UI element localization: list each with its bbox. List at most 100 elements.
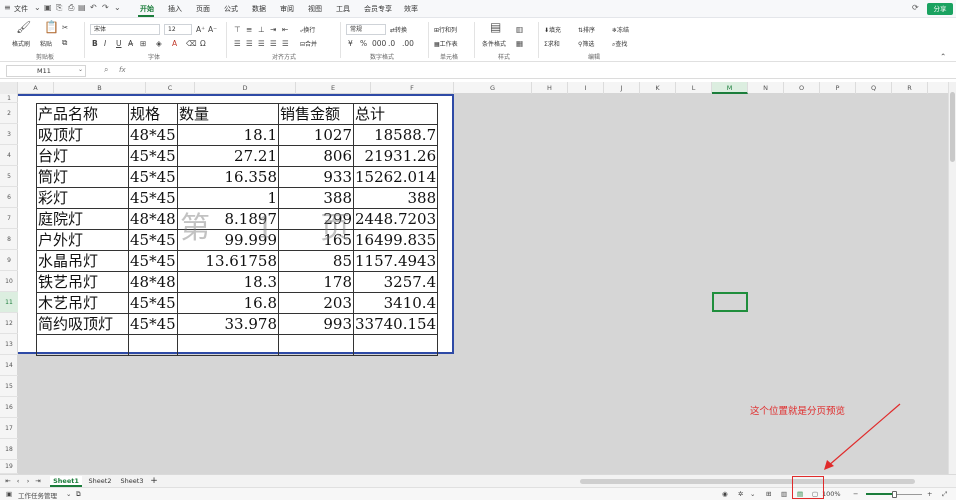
tab-data[interactable]: 数据	[252, 4, 266, 14]
font-size-select[interactable]: 12	[164, 24, 192, 35]
align-center-icon[interactable]: ☰	[246, 39, 253, 48]
cell-sales[interactable]: 806	[278, 145, 354, 167]
cell-spec[interactable]: 48*45	[128, 124, 178, 146]
align-left-icon[interactable]: ☰	[234, 39, 241, 48]
row-header-16[interactable]: 16	[0, 397, 18, 418]
column-header-c[interactable]: C	[146, 82, 195, 94]
row-header-13[interactable]: 13	[0, 334, 18, 355]
cell-product[interactable]: 铁艺吊灯	[36, 271, 129, 293]
row-header-19[interactable]: 19	[0, 460, 18, 474]
header-cell[interactable]: 规格	[128, 103, 178, 125]
export-icon[interactable]: ⎘	[56, 3, 62, 13]
freeze-button[interactable]: ❄冻结	[612, 25, 629, 34]
cell-quantity[interactable]: 18.3	[177, 271, 279, 293]
row-header-8[interactable]: 8	[0, 229, 18, 250]
cell-total[interactable]: 18588.7	[352, 124, 439, 146]
add-sheet-button[interactable]: +	[148, 476, 160, 487]
cell-product[interactable]: 水晶吊灯	[36, 250, 129, 272]
border-icon[interactable]: ⊞	[140, 39, 146, 48]
sheet-tab-1[interactable]: Sheet1	[50, 476, 82, 487]
clear-format-icon[interactable]: ⌫	[186, 39, 197, 48]
tab-home[interactable]: 开始	[140, 4, 154, 14]
row-header-11[interactable]: 11	[0, 292, 18, 313]
rows-cols-button[interactable]: ⊞行和列	[434, 25, 457, 34]
prev-sheet-icon[interactable]: ‹	[14, 476, 22, 487]
zoom-level[interactable]: 100%	[822, 490, 841, 498]
find-button[interactable]: ⌕查找	[612, 39, 627, 49]
font-shrink-icon[interactable]: A⁻	[208, 25, 217, 34]
header-cell[interactable]: 产品名称	[36, 103, 129, 125]
cell-quantity[interactable]: 27.21	[177, 145, 279, 167]
cell-product[interactable]: 简约吸顶灯	[36, 313, 129, 335]
preview-icon[interactable]: ▤	[78, 3, 86, 12]
column-header-d[interactable]: D	[195, 82, 296, 94]
wrap-button[interactable]: ⤶换行	[300, 25, 315, 35]
cell-spec[interactable]: 45*45	[128, 187, 178, 209]
cell-spec[interactable]: 48*48	[128, 271, 178, 293]
column-header-g[interactable]: G	[454, 82, 532, 94]
empty-cell[interactable]	[36, 334, 129, 356]
cell-sales[interactable]: 85	[278, 250, 354, 272]
active-cell-m11[interactable]	[712, 292, 748, 312]
sync-icon[interactable]: ⟳	[912, 3, 919, 12]
align-bottom-icon[interactable]: ⊥	[258, 25, 265, 34]
special-char-icon[interactable]: Ω	[200, 39, 206, 48]
eye-protection-icon[interactable]: ◉	[722, 490, 728, 498]
zoom-out-icon[interactable]: −	[853, 490, 858, 498]
cell-style-icon[interactable]: ▥	[516, 25, 523, 34]
cell-product[interactable]: 吸顶灯	[36, 124, 129, 146]
indent-icon[interactable]: ⇥	[270, 25, 276, 34]
strikethrough-icon[interactable]: A̶	[128, 39, 133, 48]
worksheet-button[interactable]: ▦工作表	[434, 39, 458, 48]
cell-total[interactable]: 1157.4943	[352, 250, 439, 272]
fill-button[interactable]: ⬇填充	[544, 25, 561, 34]
row-header-18[interactable]: 18	[0, 439, 18, 460]
formula-input[interactable]	[132, 65, 948, 77]
format-painter-icon[interactable]: 🖌	[16, 20, 31, 34]
cell-product[interactable]: 筒灯	[36, 166, 129, 188]
cell-spec[interactable]: 45*45	[128, 166, 178, 188]
italic-icon[interactable]: I	[104, 39, 106, 48]
font-color-icon[interactable]: A	[172, 39, 177, 48]
column-header-b[interactable]: B	[54, 82, 146, 94]
column-header-n[interactable]: N	[748, 82, 784, 94]
zoom-in-icon[interactable]: +	[927, 490, 932, 498]
header-cell[interactable]: 销售金额	[278, 103, 354, 125]
sheet-tab-3[interactable]: Sheet3	[116, 476, 148, 487]
conditional-format-icon[interactable]: ▤	[490, 20, 501, 34]
settings-chevron-icon[interactable]: ⌄	[750, 490, 755, 498]
sort-button[interactable]: ⇅排序	[578, 25, 595, 34]
cell-quantity[interactable]: 13.61758	[177, 250, 279, 272]
merge-button[interactable]: ⊟合并	[300, 39, 317, 48]
empty-cell[interactable]	[128, 334, 178, 356]
more-chevron-icon[interactable]: ⌄	[114, 3, 121, 12]
row-header-14[interactable]: 14	[0, 355, 18, 376]
cell-quantity[interactable]: 16.358	[177, 166, 279, 188]
number-format-select[interactable]: 常规	[346, 24, 386, 35]
decrease-decimal-icon[interactable]: .00	[402, 39, 414, 48]
row-header-2[interactable]: 2	[0, 103, 18, 124]
last-sheet-icon[interactable]: ⇥	[34, 476, 42, 487]
percent-icon[interactable]: %	[360, 39, 367, 48]
fullscreen-icon[interactable]: ⤢	[942, 490, 947, 499]
column-header-p[interactable]: P	[820, 82, 856, 94]
empty-cell[interactable]	[177, 334, 279, 356]
page-layout-view-icon[interactable]: ▥	[781, 490, 787, 498]
paste-button[interactable]: 粘贴	[40, 39, 52, 48]
row-header-15[interactable]: 15	[0, 376, 18, 397]
normal-view-icon[interactable]: ⊞	[766, 490, 771, 498]
next-sheet-icon[interactable]: ›	[24, 476, 32, 487]
row-header-6[interactable]: 6	[0, 187, 18, 208]
select-all-corner[interactable]	[0, 82, 18, 94]
row-header-5[interactable]: 5	[0, 166, 18, 187]
cell-total[interactable]: 15262.014	[352, 166, 439, 188]
empty-cell[interactable]	[352, 334, 439, 356]
table-style-icon[interactable]: ▦	[516, 39, 523, 48]
cell-product[interactable]: 庭院灯	[36, 208, 129, 230]
name-box[interactable]: M11	[6, 65, 86, 77]
align-middle-icon[interactable]: ≡	[246, 25, 252, 34]
chevron-down-icon[interactable]: ⌄	[66, 490, 71, 498]
copy-icon[interactable]: ⧉	[62, 38, 67, 48]
paste-icon[interactable]: 📋	[44, 20, 59, 34]
currency-icon[interactable]: ¥	[348, 39, 353, 48]
